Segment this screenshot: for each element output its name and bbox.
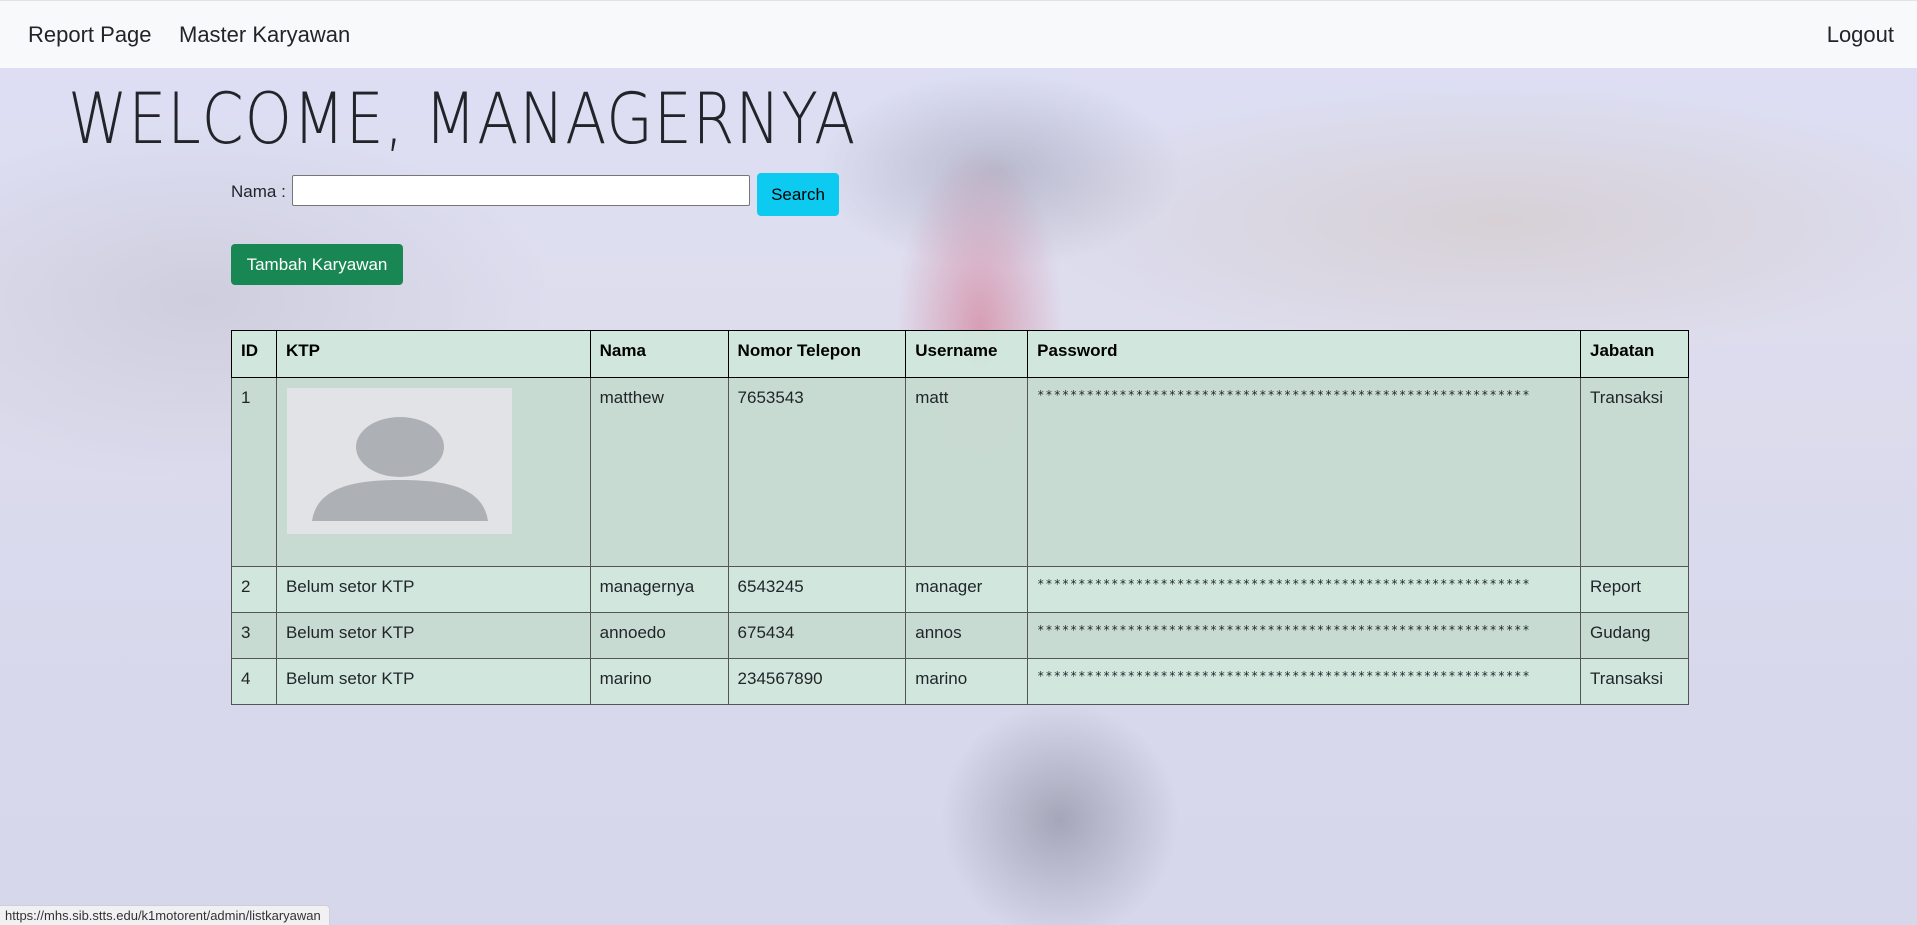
- header-jabatan: Jabatan: [1580, 330, 1689, 378]
- cell-ktp: Belum setor KTP: [275, 566, 591, 613]
- cell-nama: managernya: [589, 566, 729, 613]
- table-header-row: ID KTP Nama Nomor Telepon Username Passw…: [231, 330, 1689, 378]
- cell-telepon: 234567890: [727, 658, 907, 705]
- cell-telepon: 6543245: [727, 566, 907, 613]
- table-row: 1 matthew 7653543 matt *****************…: [231, 377, 1689, 567]
- cell-ktp: Belum setor KTP: [275, 612, 591, 659]
- cell-password: ****************************************…: [1027, 658, 1581, 705]
- header-id: ID: [231, 330, 277, 378]
- cell-jabatan: Transaksi: [1580, 658, 1689, 705]
- table-row: 4 Belum setor KTP marino 234567890 marin…: [231, 658, 1689, 705]
- table-row: 3 Belum setor KTP annoedo 675434 annos *…: [231, 612, 1689, 659]
- cell-password: ****************************************…: [1027, 377, 1581, 567]
- cell-jabatan: Gudang: [1580, 612, 1689, 659]
- cell-nama: marino: [589, 658, 729, 705]
- cell-username: manager: [905, 566, 1029, 613]
- add-karyawan-button[interactable]: Tambah Karyawan: [231, 244, 403, 285]
- table-row: 2 Belum setor KTP managernya 6543245 man…: [231, 566, 1689, 613]
- browser-status-bar: https://mhs.sib.stts.edu/k1motorent/admi…: [0, 905, 330, 925]
- cell-password: ****************************************…: [1027, 612, 1581, 659]
- employee-table: ID KTP Nama Nomor Telepon Username Passw…: [231, 330, 1689, 705]
- cell-jabatan: Report: [1580, 566, 1689, 613]
- cell-password: ****************************************…: [1027, 566, 1581, 613]
- search-label: Nama :: [231, 182, 286, 201]
- cell-id: 1: [231, 377, 277, 567]
- header-password: Password: [1027, 330, 1581, 378]
- cell-jabatan: Transaksi: [1580, 377, 1689, 567]
- cell-username: matt: [905, 377, 1029, 567]
- page-title: WELCOME, MANAGERNYA: [68, 78, 857, 160]
- nav-master-karyawan[interactable]: Master Karyawan: [179, 22, 350, 48]
- cell-ktp: Belum setor KTP: [275, 658, 591, 705]
- cell-nama: annoedo: [589, 612, 729, 659]
- cell-telepon: 675434: [727, 612, 907, 659]
- main-content: WELCOME, MANAGERNYA Nama : Search Tambah…: [0, 0, 1917, 925]
- cell-nama: matthew: [589, 377, 729, 567]
- cell-telepon: 7653543: [727, 377, 907, 567]
- cell-id: 3: [231, 612, 277, 659]
- search-button[interactable]: Search: [757, 173, 839, 216]
- header-telepon: Nomor Telepon: [727, 330, 907, 378]
- navbar: Report Page Master Karyawan Logout: [0, 0, 1917, 68]
- cell-username: annos: [905, 612, 1029, 659]
- cell-id: 2: [231, 566, 277, 613]
- cell-id: 4: [231, 658, 277, 705]
- header-ktp: KTP: [275, 330, 591, 378]
- nav-report-page[interactable]: Report Page: [28, 22, 152, 48]
- cell-ktp: [275, 377, 591, 567]
- header-username: Username: [905, 330, 1029, 378]
- cell-username: marino: [905, 658, 1029, 705]
- header-nama: Nama: [589, 330, 729, 378]
- nav-logout[interactable]: Logout: [1827, 22, 1894, 48]
- search-input[interactable]: [292, 175, 750, 206]
- person-placeholder-icon: [286, 388, 512, 534]
